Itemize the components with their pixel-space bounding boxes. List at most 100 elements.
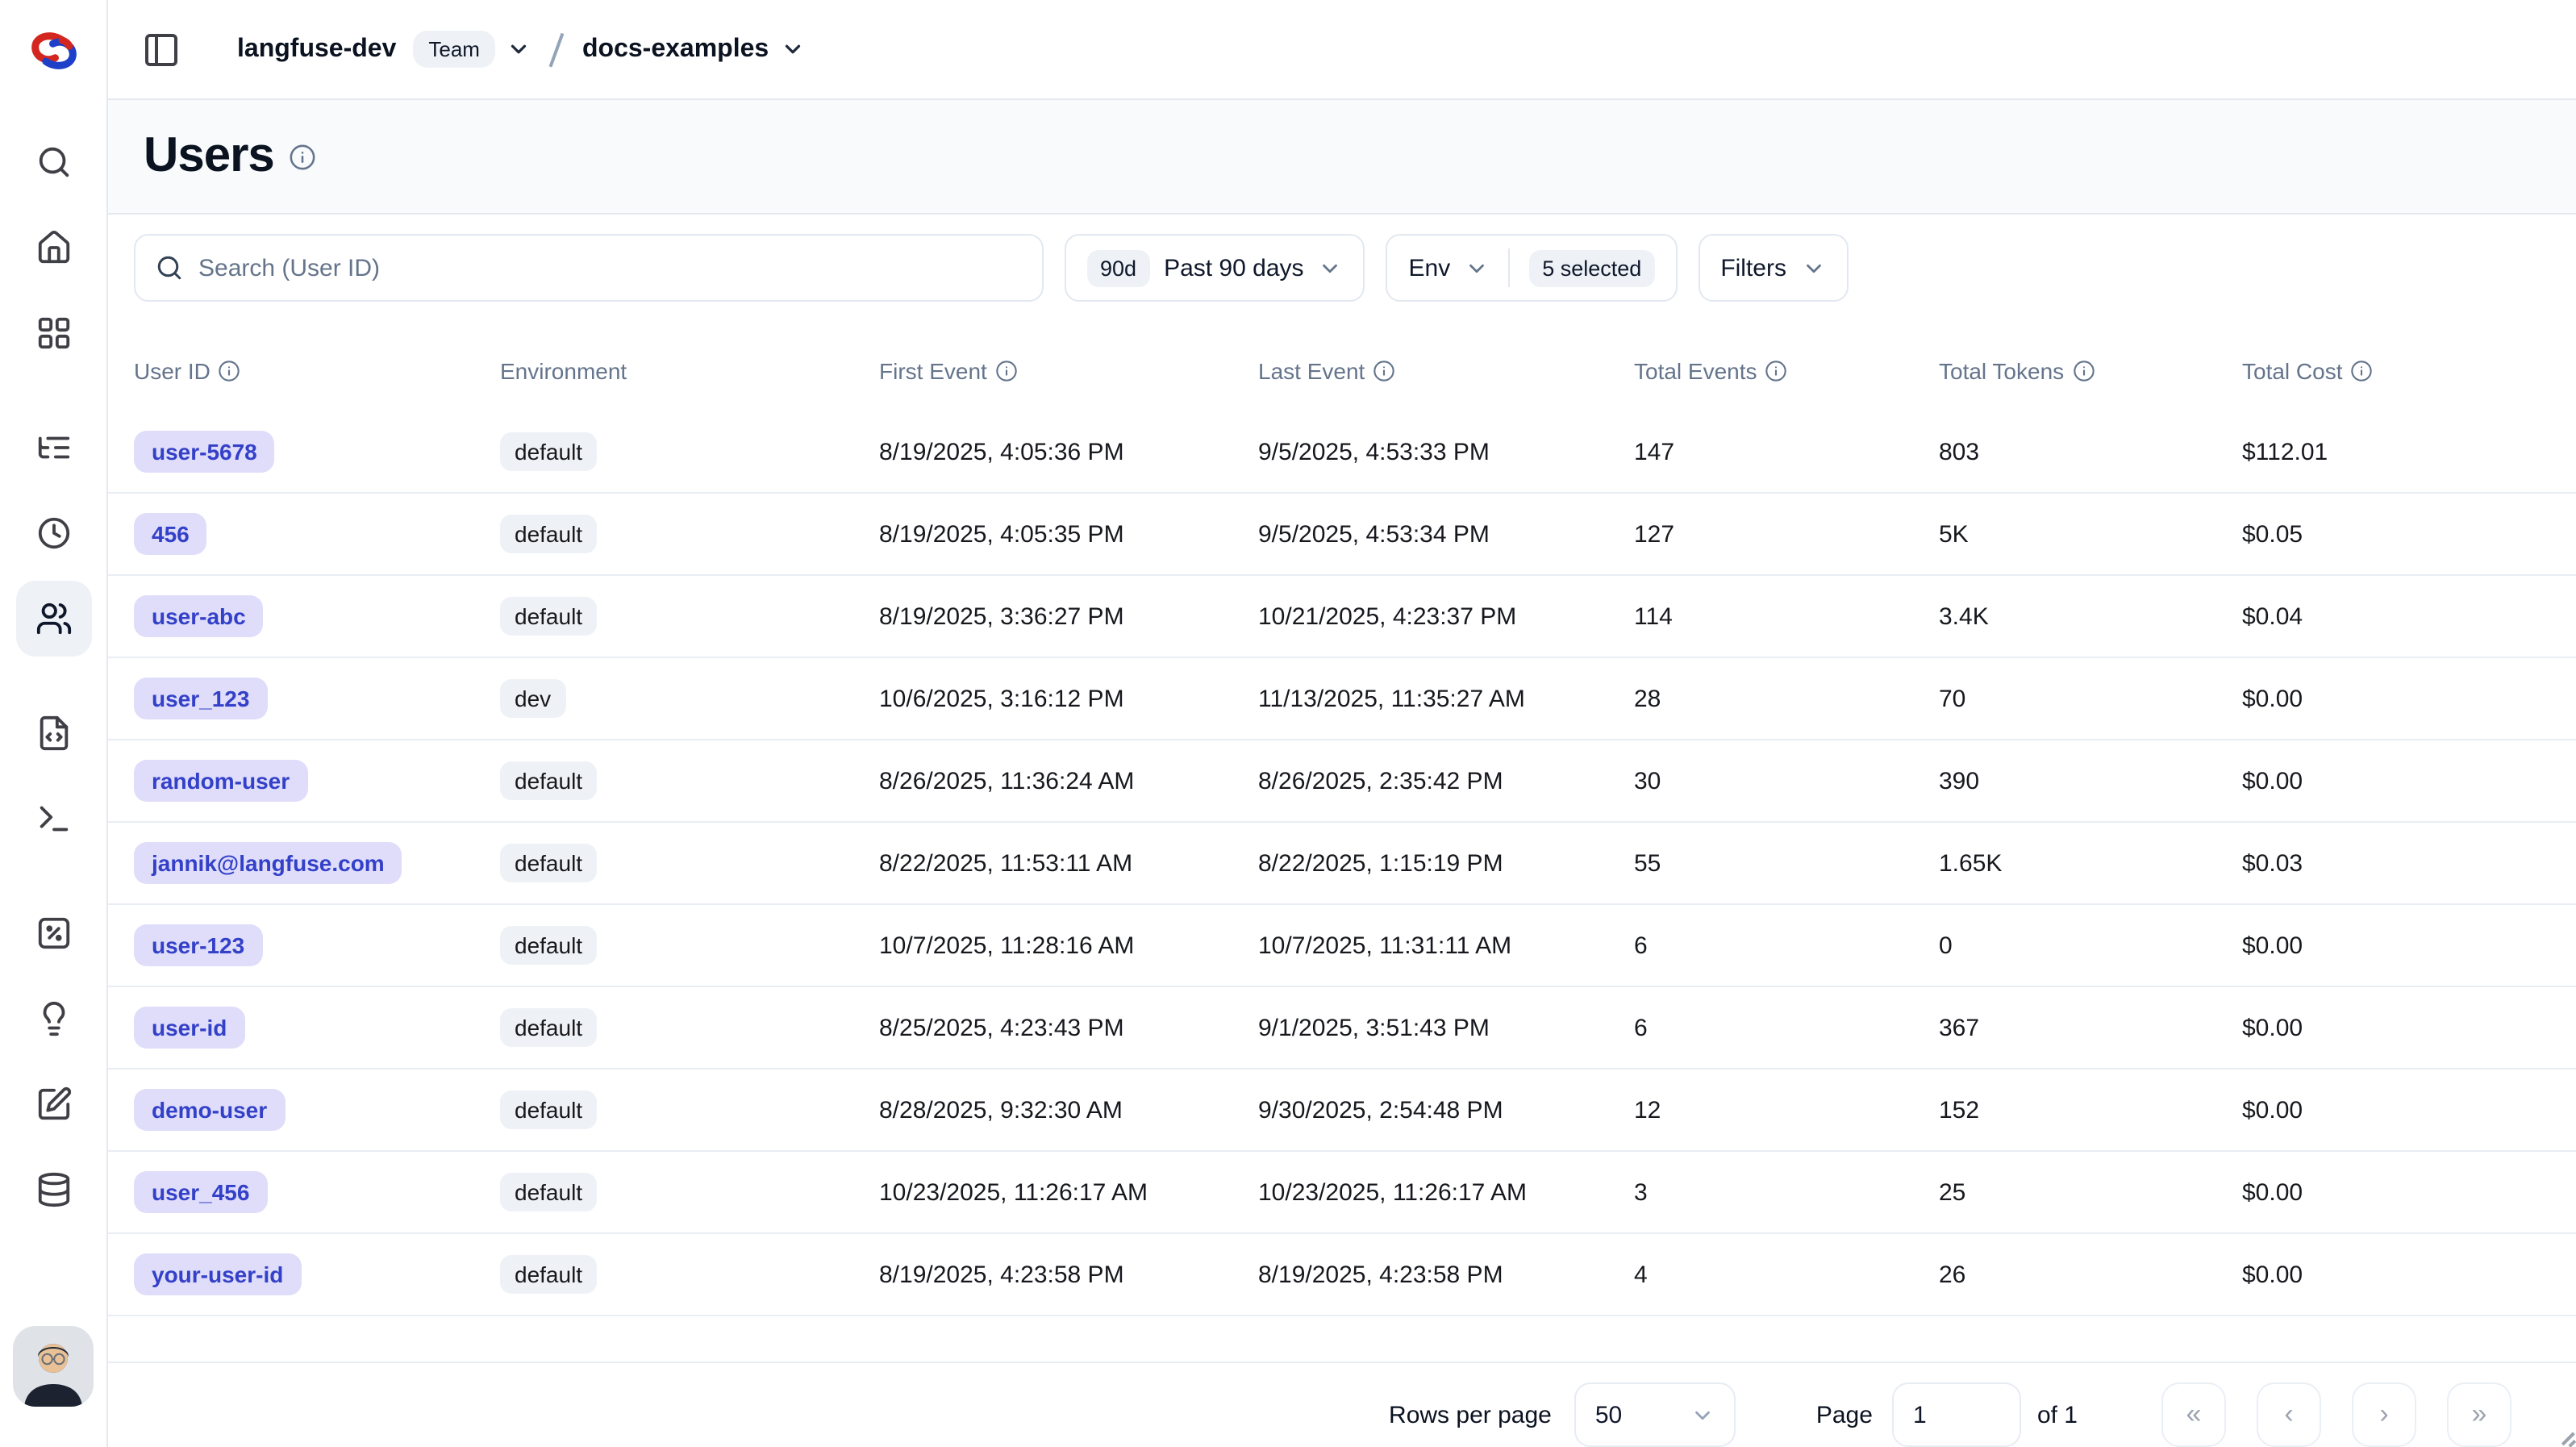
total-tokens-cell: 70 <box>1939 685 2242 712</box>
table-row[interactable]: random-userdefault8/26/2025, 11:36:24 AM… <box>108 740 2576 823</box>
rows-per-page-select[interactable]: 50 <box>1574 1382 1736 1447</box>
user-id-badge[interactable]: user_456 <box>134 1171 267 1213</box>
column-label: Total Tokens <box>1939 358 2064 384</box>
column-header-total-events[interactable]: Total Events <box>1634 358 1939 384</box>
column-header-user-id[interactable]: User ID <box>134 358 500 384</box>
total-tokens-cell: 0 <box>1939 932 2242 959</box>
table-row[interactable]: demo-userdefault8/28/2025, 9:32:30 AM9/3… <box>108 1070 2576 1152</box>
page-number-input[interactable] <box>1892 1382 2021 1447</box>
clock-icon <box>35 515 72 552</box>
sidebar-item-users[interactable] <box>15 581 91 657</box>
sidebar-item-playground[interactable] <box>15 781 91 857</box>
sidebar-item-annotation[interactable] <box>15 1066 91 1142</box>
total-cost-cell: $0.00 <box>2242 685 2576 712</box>
column-header-total-cost[interactable]: Total Cost <box>2242 358 2576 384</box>
next-page-button[interactable]: › <box>2352 1382 2416 1447</box>
search-input[interactable] <box>198 254 1023 281</box>
project-name[interactable]: docs-examples <box>582 35 769 64</box>
last-event-cell: 10/7/2025, 11:31:11 AM <box>1258 932 1634 959</box>
chevron-down-icon <box>780 37 804 61</box>
previous-page-button[interactable]: ‹ <box>2257 1382 2321 1447</box>
file-code-icon <box>35 715 72 752</box>
info-icon[interactable] <box>219 360 241 382</box>
user-id-badge[interactable]: jannik@langfuse.com <box>134 842 402 884</box>
database-icon <box>35 1171 72 1208</box>
project-switcher-chevron[interactable] <box>780 37 804 61</box>
total-events-cell: 12 <box>1634 1096 1939 1124</box>
main-area: langfuse-dev Team docs-examples Users <box>108 0 2576 1447</box>
sidebar-item-tracing[interactable] <box>15 410 91 486</box>
breadcrumb-separator <box>550 32 565 66</box>
table-row[interactable]: jannik@langfuse.comdefault8/22/2025, 11:… <box>108 823 2576 905</box>
total-cost-cell: $0.00 <box>2242 1096 2576 1124</box>
table-row[interactable]: 456default8/19/2025, 4:05:35 PM9/5/2025,… <box>108 494 2576 576</box>
user-id-badge[interactable]: your-user-id <box>134 1253 301 1295</box>
sidebar-item-prompts[interactable] <box>15 695 91 771</box>
first-event-cell: 10/23/2025, 11:26:17 AM <box>879 1178 1258 1206</box>
user-id-badge[interactable]: random-user <box>134 760 307 802</box>
last-event-cell: 11/13/2025, 11:35:27 AM <box>1258 685 1634 712</box>
last-event-cell: 9/5/2025, 4:53:33 PM <box>1258 438 1634 465</box>
user-id-badge[interactable]: user-123 <box>134 924 262 966</box>
sidebar-nav <box>15 124 91 1237</box>
table-row[interactable]: user_123dev10/6/2025, 3:16:12 PM11/13/20… <box>108 658 2576 740</box>
last-event-cell: 8/19/2025, 4:23:58 PM <box>1258 1261 1634 1288</box>
column-label: Environment <box>500 358 627 384</box>
filters-button[interactable]: Filters <box>1698 234 1848 302</box>
total-events-cell: 55 <box>1634 849 1939 877</box>
table-row[interactable]: user-5678default8/19/2025, 4:05:36 PM9/5… <box>108 411 2576 494</box>
env-filter-button[interactable]: Env 5 selected <box>1386 234 1678 302</box>
total-tokens-cell: 3.4K <box>1939 603 2242 630</box>
table-row[interactable]: your-user-id default 8/19/2025, 4:23:58 PM… <box>108 1234 2576 1316</box>
org-name[interactable]: langfuse-dev <box>237 35 396 64</box>
table-row[interactable]: user-iddefault8/25/2025, 4:23:43 PM9/1/2… <box>108 987 2576 1070</box>
sidebar-item-insights[interactable] <box>15 981 91 1057</box>
sidebar-item-datasets[interactable] <box>15 1152 91 1228</box>
resize-handle[interactable] <box>2558 1429 2574 1445</box>
total-tokens-cell: 1.65K <box>1939 849 2242 877</box>
info-icon[interactable] <box>995 360 1018 382</box>
langfuse-logo[interactable] <box>0 0 106 100</box>
total-tokens-cell: 390 <box>1939 767 2242 794</box>
info-icon[interactable] <box>2072 360 2095 382</box>
info-icon[interactable] <box>1373 360 1395 382</box>
page-header: Users <box>108 100 2576 215</box>
sidebar-toggle-button[interactable] <box>134 22 189 77</box>
sidebar-item-home[interactable] <box>15 210 91 286</box>
first-event-cell: 8/26/2025, 11:36:24 AM <box>879 767 1258 794</box>
environment-badge: default <box>500 926 597 965</box>
last-event-cell: 8/22/2025, 1:15:19 PM <box>1258 849 1634 877</box>
sidebar-item-evaluation[interactable] <box>15 895 91 971</box>
environment-badge: dev <box>500 679 565 718</box>
user-id-badge[interactable]: user_123 <box>134 678 267 719</box>
user-id-badge[interactable]: user-abc <box>134 595 264 637</box>
org-switcher-chevron[interactable] <box>507 37 531 61</box>
column-header-first-event[interactable]: First Event <box>879 358 1258 384</box>
last-page-button[interactable]: » <box>2447 1382 2511 1447</box>
user-id-badge[interactable]: user-5678 <box>134 431 275 473</box>
sidebar-item-dashboards[interactable] <box>15 295 91 371</box>
date-range-button[interactable]: 90d Past 90 days <box>1065 234 1365 302</box>
user-avatar[interactable] <box>13 1326 94 1407</box>
info-icon[interactable] <box>2351 360 2374 382</box>
environment-badge: default <box>500 1255 597 1294</box>
user-id-badge[interactable]: demo-user <box>134 1089 285 1131</box>
table-row[interactable]: user-abcdefault8/19/2025, 3:36:27 PM10/2… <box>108 576 2576 658</box>
user-id-badge[interactable]: user-id <box>134 1007 244 1049</box>
total-events-cell: 4 <box>1634 1261 1939 1288</box>
column-header-total-tokens[interactable]: Total Tokens <box>1939 358 2242 384</box>
page-title-info-icon[interactable] <box>289 143 316 170</box>
search-icon <box>35 144 72 181</box>
table-row[interactable]: user_456default10/23/2025, 11:26:17 AM10… <box>108 1152 2576 1234</box>
sidebar-item-search[interactable] <box>15 124 91 200</box>
column-header-last-event[interactable]: Last Event <box>1258 358 1634 384</box>
first-page-button[interactable]: « <box>2161 1382 2226 1447</box>
column-label: User ID <box>134 358 210 384</box>
table-row[interactable]: user-123default10/7/2025, 11:28:16 AM10/… <box>108 905 2576 987</box>
sidebar-item-sessions[interactable] <box>15 495 91 571</box>
pagination-bar: Rows per page 50 Page of 1 « ‹ › » <box>108 1362 2576 1447</box>
info-icon[interactable] <box>1765 360 1788 382</box>
column-header-environment[interactable]: Environment <box>500 358 879 384</box>
user-id-badge[interactable]: 456 <box>134 513 207 555</box>
total-cost-cell: $0.00 <box>2242 1014 2576 1041</box>
